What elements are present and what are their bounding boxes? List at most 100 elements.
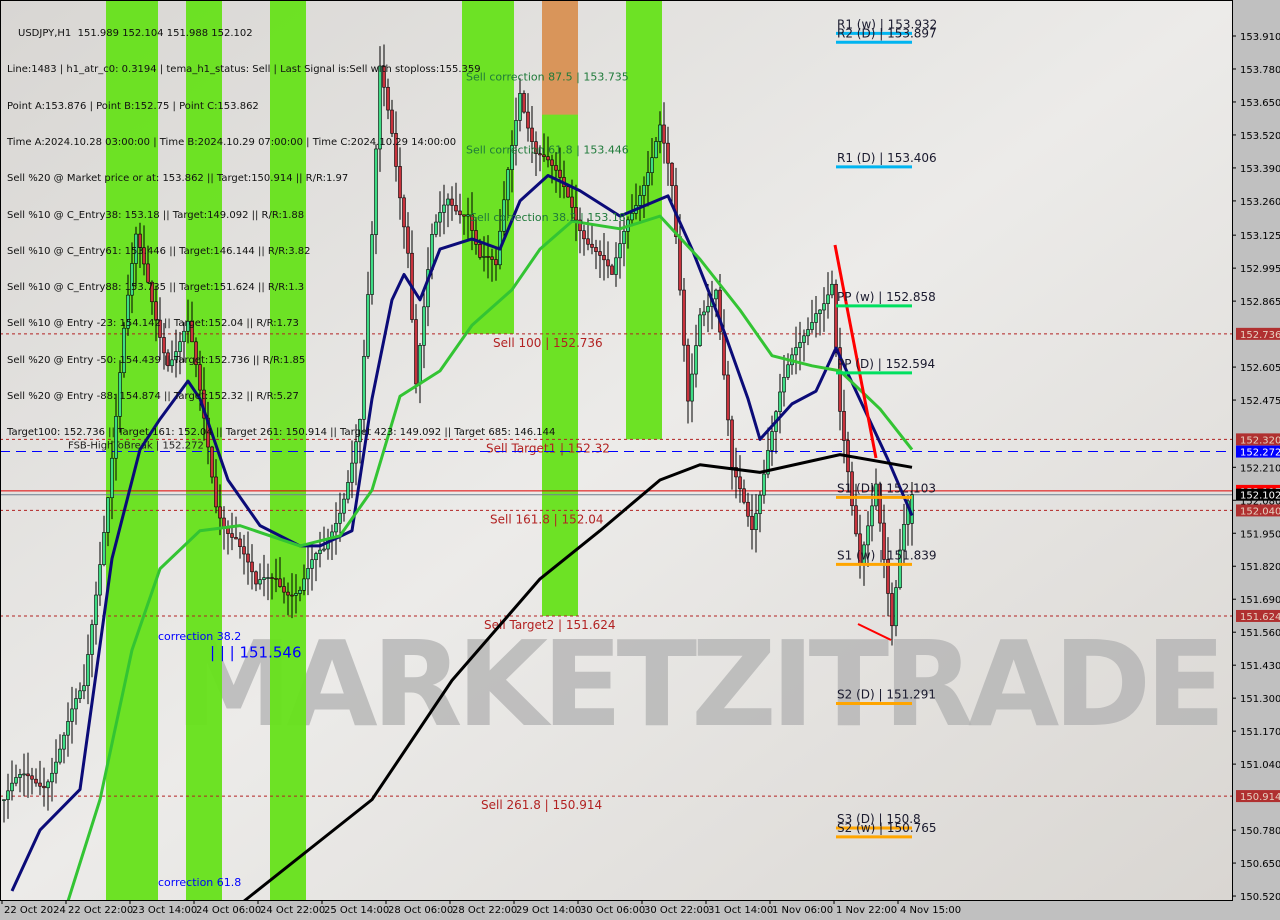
info-line: Sell %10 @ Entry -23: 154.142 || Target:… [7, 318, 299, 330]
bull-candle [66, 721, 70, 736]
bear-candle [250, 561, 254, 573]
bear-candle [606, 259, 610, 267]
x-tick-label: 4 Nov 15:00 [900, 905, 961, 916]
bull-candle [54, 761, 58, 774]
bear-candle [246, 553, 250, 563]
bull-candle [714, 289, 718, 300]
info-line: Time A:2024.10.28 03:00:00 | Time B:2024… [7, 137, 457, 149]
bull-candle [58, 748, 62, 763]
bull-candle [694, 345, 698, 375]
bull-candle [106, 497, 110, 533]
bear-candle [742, 488, 746, 503]
bear-candle [726, 374, 730, 421]
bull-candle [658, 124, 662, 142]
x-tick-label: 24 Oct 06:00 [196, 905, 261, 916]
bull-candle [762, 473, 766, 496]
bear-candle [214, 476, 218, 508]
y-tick-label: 151.560 [1240, 628, 1280, 639]
y-tick-label: 152.475 [1240, 396, 1280, 407]
info-line: Target100: 152.736 || Target 161: 152.04… [7, 427, 556, 439]
chart-annotation: correction 38.2 [158, 630, 241, 643]
bear-candle [238, 538, 242, 547]
bull-candle [618, 243, 622, 259]
bull-candle [654, 141, 658, 159]
bear-candle [842, 411, 846, 441]
y-tick-label: 150.650 [1240, 859, 1280, 870]
bear-candle [750, 515, 754, 530]
bear-candle [678, 236, 682, 291]
bull-candle [810, 322, 814, 330]
bull-candle [866, 525, 870, 546]
bear-candle [270, 577, 274, 579]
bear-candle [686, 344, 690, 402]
bull-candle [622, 231, 626, 244]
bear-candle [230, 533, 234, 538]
y-tick-label: 152.995 [1240, 264, 1280, 275]
bull-candle [10, 782, 14, 792]
bull-candle [338, 512, 342, 524]
pivot-label: PP (D) | 152.594 [837, 357, 935, 371]
bull-candle [346, 482, 350, 500]
info-line: Sell %20 @ Market price or at: 153.862 |… [7, 173, 349, 185]
price-tag-label: 152.320 [1240, 435, 1280, 446]
bull-candle [262, 577, 266, 580]
bull-candle [870, 505, 874, 527]
bear-candle [286, 591, 290, 596]
bull-candle [318, 549, 322, 554]
y-tick-label: 150.780 [1240, 826, 1280, 837]
bull-candle [342, 498, 346, 514]
price-tag-label: 150.914 [1240, 792, 1280, 803]
bear-candle [254, 571, 258, 585]
bull-candle [630, 213, 634, 221]
bear-candle [598, 251, 602, 256]
bull-candle [830, 283, 834, 296]
bull-candle [306, 568, 310, 580]
bear-candle [278, 578, 282, 587]
bull-candle [798, 342, 802, 348]
bull-candle [754, 513, 758, 530]
bear-candle [234, 537, 238, 540]
y-tick-label: 151.170 [1240, 727, 1280, 738]
bull-candle [818, 309, 822, 314]
price-tag-label: 152.736 [1240, 330, 1280, 341]
bear-candle [582, 230, 586, 240]
pivot-label: R1 (D) | 153.406 [837, 151, 937, 165]
bear-candle [730, 419, 734, 468]
bull-candle [6, 790, 10, 800]
bear-candle [26, 773, 30, 777]
bull-candle [702, 311, 706, 316]
bull-candle [78, 690, 82, 699]
bear-candle [242, 546, 246, 555]
level-label: Sell 261.8 | 150.914 [481, 798, 602, 812]
bull-candle [46, 781, 50, 789]
bull-candle [786, 364, 790, 378]
bear-candle [746, 501, 750, 517]
bull-candle [826, 294, 830, 304]
ohlc-values: 151.989 152.104 151.988 152.102 [77, 28, 253, 40]
bear-candle [854, 505, 858, 535]
chart-annotation: correction 61.8 [158, 876, 241, 889]
bull-candle [778, 391, 782, 413]
bear-candle [610, 265, 614, 275]
bull-candle [814, 313, 818, 323]
bull-candle [18, 774, 22, 778]
bear-candle [890, 593, 894, 627]
bull-candle [302, 578, 306, 591]
bull-candle [698, 314, 702, 346]
symbol-label: USDJPY,H1 [18, 28, 72, 40]
y-tick-label: 153.520 [1240, 131, 1280, 142]
bull-candle [70, 708, 74, 722]
bull-candle [98, 564, 102, 596]
bear-candle [34, 778, 38, 784]
y-tick-label: 153.390 [1240, 164, 1280, 175]
y-tick-label: 153.260 [1240, 197, 1280, 208]
bull-candle [298, 590, 302, 594]
x-tick-label: 24 Oct 22:00 [260, 905, 325, 916]
info-line: Point A:153.876 | Point B:152.75 | Point… [7, 100, 259, 112]
info-line: Sell %20 @ Entry -88: 154.874 || Target:… [7, 391, 299, 402]
bull-candle [350, 462, 354, 483]
chart-window: MARKETZITRADE Sell 100 | 152.736 Sell Targ… [0, 0, 1280, 920]
bull-candle [322, 548, 326, 551]
bull-candle [294, 593, 298, 596]
y-tick-label: 151.040 [1240, 760, 1280, 771]
